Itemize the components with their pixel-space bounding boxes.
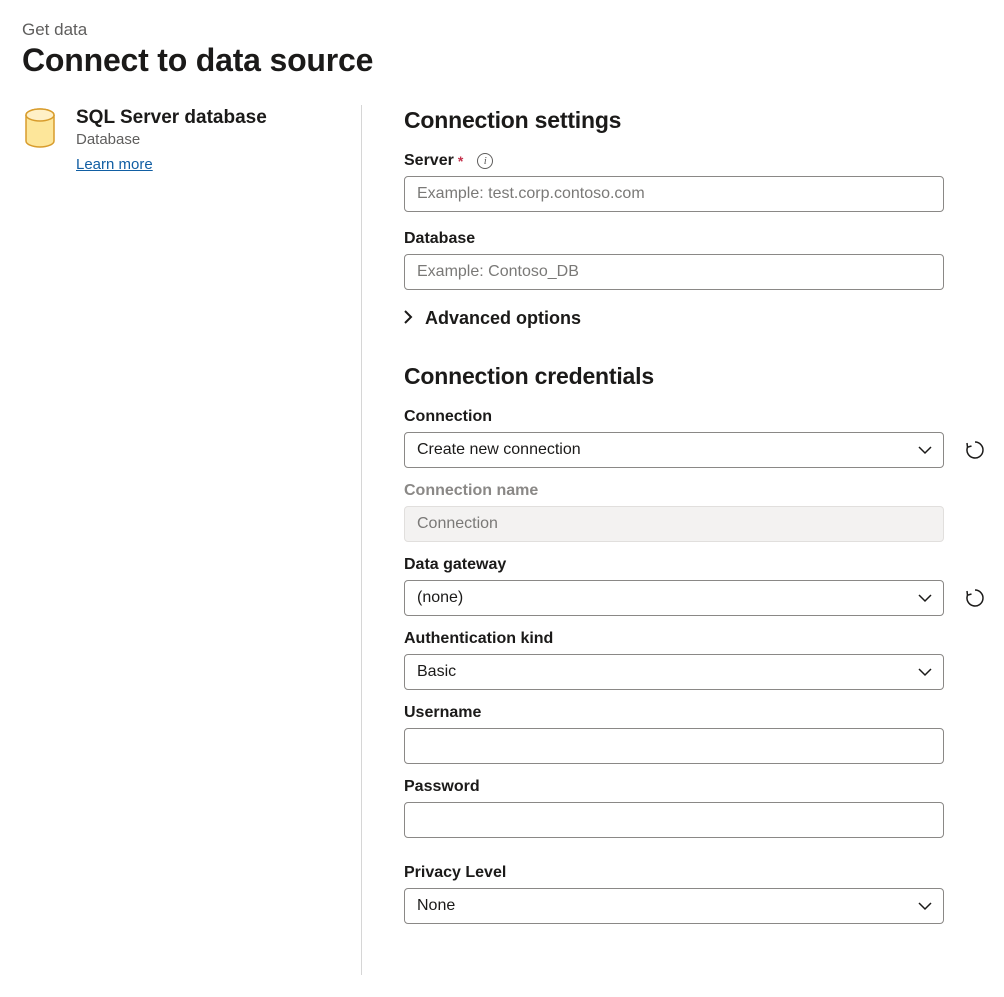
connection-select[interactable]: Create new connection xyxy=(404,432,944,468)
data-gateway-label: Data gateway xyxy=(404,556,506,574)
required-indicator: * xyxy=(458,153,463,169)
refresh-gateway-button[interactable] xyxy=(964,587,986,609)
page-title: Connect to data source xyxy=(22,42,982,79)
info-icon[interactable]: i xyxy=(477,153,493,169)
database-label: Database xyxy=(404,230,475,248)
database-input[interactable] xyxy=(404,254,944,290)
source-title: SQL Server database xyxy=(76,107,267,129)
connection-select-value: Create new connection xyxy=(417,441,581,459)
learn-more-link[interactable]: Learn more xyxy=(76,156,153,173)
refresh-icon xyxy=(965,588,985,608)
advanced-options-expander[interactable]: Advanced options xyxy=(404,308,986,329)
breadcrumb: Get data xyxy=(22,20,982,40)
advanced-options-label: Advanced options xyxy=(425,308,581,329)
username-input[interactable] xyxy=(404,728,944,764)
auth-kind-select-value: Basic xyxy=(417,663,456,681)
database-icon xyxy=(22,107,58,149)
privacy-select-value: None xyxy=(417,897,455,915)
refresh-connection-button[interactable] xyxy=(964,439,986,461)
credentials-heading: Connection credentials xyxy=(404,363,986,390)
password-label: Password xyxy=(404,778,480,796)
privacy-label: Privacy Level xyxy=(404,864,506,882)
privacy-select[interactable]: None xyxy=(404,888,944,924)
username-label: Username xyxy=(404,704,481,722)
source-card: SQL Server database Database Learn more xyxy=(22,105,362,975)
data-gateway-select-value: (none) xyxy=(417,589,463,607)
data-gateway-select[interactable]: (none) xyxy=(404,580,944,616)
connection-label: Connection xyxy=(404,408,492,426)
server-input[interactable] xyxy=(404,176,944,212)
password-input[interactable] xyxy=(404,802,944,838)
settings-heading: Connection settings xyxy=(404,107,986,134)
server-label: Server xyxy=(404,152,454,170)
refresh-icon xyxy=(965,440,985,460)
auth-kind-select[interactable]: Basic xyxy=(404,654,944,690)
source-subtitle: Database xyxy=(76,131,267,148)
connection-name-input xyxy=(404,506,944,542)
chevron-right-icon xyxy=(404,310,413,327)
auth-kind-label: Authentication kind xyxy=(404,630,553,648)
connection-name-label: Connection name xyxy=(404,482,538,500)
